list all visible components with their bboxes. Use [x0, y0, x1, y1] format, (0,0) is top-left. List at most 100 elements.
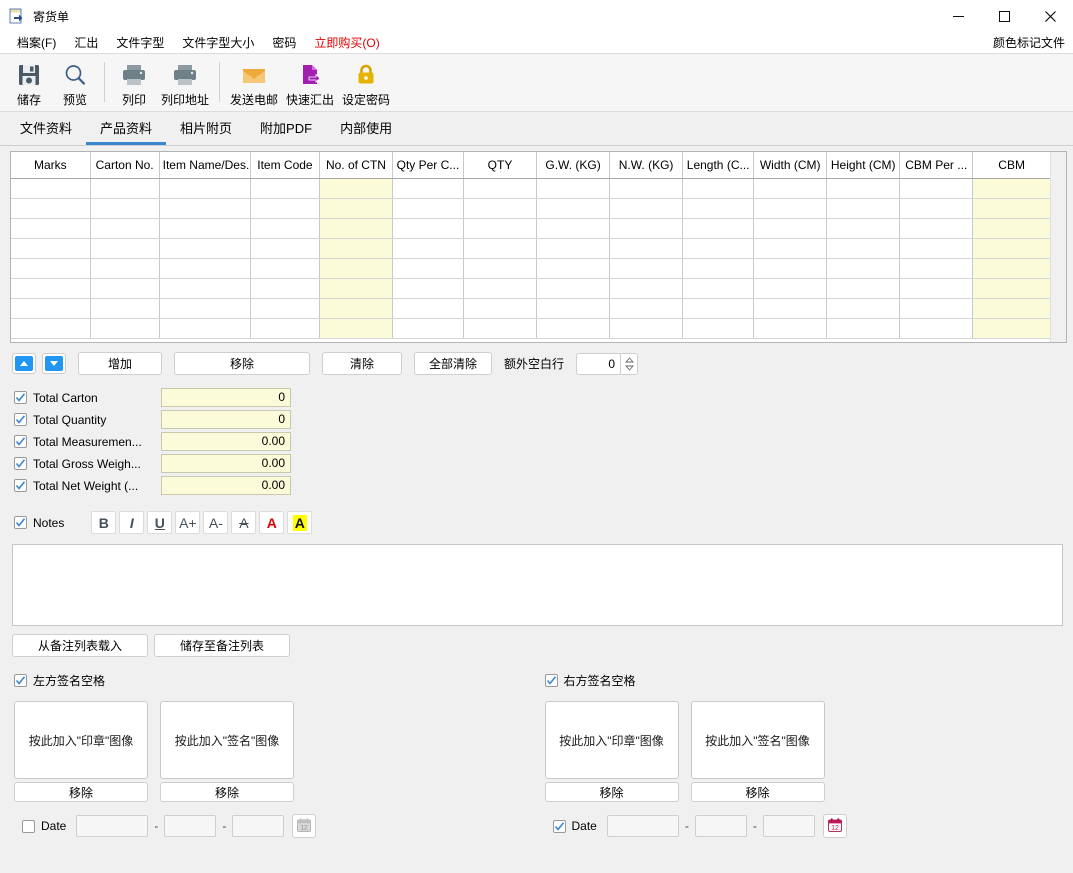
- table-cell[interactable]: [753, 318, 828, 339]
- right-date-checkbox[interactable]: [552, 819, 566, 833]
- table-cell[interactable]: [972, 178, 1050, 199]
- menu-item-document-font-size[interactable]: 文件字型大小: [173, 32, 263, 53]
- table-row[interactable]: [11, 178, 1050, 199]
- underline-button[interactable]: U: [147, 511, 173, 534]
- total-checkbox[interactable]: [14, 391, 27, 404]
- table-cell[interactable]: [463, 258, 538, 279]
- table-cell[interactable]: [536, 258, 611, 279]
- table-cell[interactable]: [536, 238, 611, 259]
- table-cell[interactable]: [463, 178, 538, 199]
- table-cell[interactable]: [899, 238, 974, 259]
- table-cell[interactable]: [972, 258, 1050, 279]
- strikethrough-button[interactable]: A: [231, 511, 257, 534]
- table-cell[interactable]: [159, 238, 251, 259]
- tab-document-info[interactable]: 文件资料: [6, 112, 86, 145]
- total-value[interactable]: 0.00: [161, 432, 291, 451]
- table-cell[interactable]: [826, 278, 901, 299]
- table-cell[interactable]: [899, 318, 974, 339]
- table-cell[interactable]: [159, 198, 251, 219]
- table-cell[interactable]: [826, 298, 901, 319]
- table-cell[interactable]: [159, 278, 251, 299]
- increase-font-size-button[interactable]: A+: [175, 511, 201, 534]
- right-signature-checkbox[interactable]: [544, 673, 558, 687]
- table-cell[interactable]: [899, 218, 974, 239]
- table-cell[interactable]: [536, 298, 611, 319]
- table-cell[interactable]: [826, 258, 901, 279]
- table-cell[interactable]: [753, 198, 828, 219]
- save-to-notes-list-button[interactable]: 储存至备注列表: [154, 634, 290, 657]
- table-cell[interactable]: [753, 218, 828, 239]
- notes-checkbox[interactable]: [14, 516, 27, 529]
- table-cell[interactable]: [90, 298, 160, 319]
- table-header-item-name-des[interactable]: Item Name/Des...: [159, 152, 251, 179]
- table-header-item-code[interactable]: Item Code: [250, 152, 320, 179]
- extra-blank-rows-input[interactable]: [576, 352, 621, 375]
- left-date-day-input[interactable]: [232, 815, 285, 837]
- send-email-button[interactable]: 发送电邮: [226, 58, 282, 110]
- table-cell[interactable]: [826, 238, 901, 259]
- table-cell[interactable]: [609, 298, 684, 319]
- total-value[interactable]: 0.00: [161, 454, 291, 473]
- right-date-year-input[interactable]: [606, 815, 679, 837]
- table-cell[interactable]: [899, 198, 974, 219]
- right-date-month-input[interactable]: [694, 815, 747, 837]
- clear-all-button[interactable]: 全部清除: [414, 352, 492, 375]
- left-stamp-dropzone[interactable]: 按此加入"印章"图像: [14, 701, 148, 779]
- table-cell[interactable]: [609, 198, 684, 219]
- total-value[interactable]: 0: [161, 410, 291, 429]
- table-cell[interactable]: [899, 258, 974, 279]
- table-row[interactable]: [11, 318, 1050, 339]
- table-cell[interactable]: [753, 298, 828, 319]
- table-cell[interactable]: [250, 318, 320, 339]
- table-header-g-w-kg[interactable]: G.W. (KG): [536, 152, 611, 179]
- table-cell[interactable]: [250, 198, 320, 219]
- table-cell[interactable]: [11, 238, 91, 259]
- tab-product-info[interactable]: 产品资料: [86, 112, 167, 145]
- decrease-font-size-button[interactable]: A-: [203, 511, 229, 534]
- right-date-day-input[interactable]: [762, 815, 815, 837]
- table-cell[interactable]: [319, 258, 393, 279]
- left-calendar-button[interactable]: 12: [292, 814, 317, 838]
- right-sign-dropzone[interactable]: 按此加入"签名"图像: [690, 701, 825, 779]
- table-cell[interactable]: [319, 238, 393, 259]
- table-cell[interactable]: [609, 318, 684, 339]
- font-color-button[interactable]: A: [259, 511, 285, 534]
- table-cell[interactable]: [536, 218, 611, 239]
- left-date-month-input[interactable]: [164, 815, 217, 837]
- table-row[interactable]: [11, 238, 1050, 259]
- product-table[interactable]: Marks Carton No. Item Name/Des... Item Code…: [11, 152, 1050, 339]
- tab-internal-use[interactable]: 内部使用: [326, 112, 406, 145]
- menu-item-password[interactable]: 密码: [263, 32, 305, 53]
- remove-row-button[interactable]: 移除: [174, 352, 310, 375]
- table-cell[interactable]: [463, 318, 538, 339]
- table-cell[interactable]: [536, 198, 611, 219]
- table-cell[interactable]: [159, 218, 251, 239]
- table-cell[interactable]: [11, 258, 91, 279]
- table-header-cbm-per[interactable]: CBM Per ...: [899, 152, 974, 179]
- table-cell[interactable]: [90, 198, 160, 219]
- right-stamp-remove-button[interactable]: 移除: [544, 782, 679, 802]
- tab-additional-pdf[interactable]: 附加PDF: [246, 112, 326, 145]
- preview-button[interactable]: 预览: [52, 58, 98, 110]
- left-signature-checkbox[interactable]: [14, 673, 27, 687]
- add-row-button[interactable]: 增加: [78, 352, 162, 375]
- total-checkbox[interactable]: [14, 457, 27, 470]
- table-cell[interactable]: [826, 198, 901, 219]
- table-header-cbm[interactable]: CBM: [972, 152, 1050, 179]
- table-cell[interactable]: [392, 238, 464, 259]
- table-cell[interactable]: [11, 298, 91, 319]
- left-sign-remove-button[interactable]: 移除: [160, 782, 294, 802]
- table-cell[interactable]: [90, 278, 160, 299]
- table-row[interactable]: [11, 258, 1050, 279]
- table-cell[interactable]: [392, 178, 464, 199]
- table-cell[interactable]: [392, 258, 464, 279]
- table-cell[interactable]: [250, 258, 320, 279]
- quick-export-button[interactable]: 快速汇出: [282, 58, 338, 110]
- table-cell[interactable]: [753, 278, 828, 299]
- table-cell[interactable]: [682, 238, 755, 259]
- stepper-arrows-icon[interactable]: [620, 352, 639, 375]
- table-cell[interactable]: [392, 218, 464, 239]
- menu-item-document-font[interactable]: 文件字型: [107, 32, 173, 53]
- table-cell[interactable]: [972, 318, 1050, 339]
- tab-photo-attachment[interactable]: 相片附页: [166, 112, 246, 145]
